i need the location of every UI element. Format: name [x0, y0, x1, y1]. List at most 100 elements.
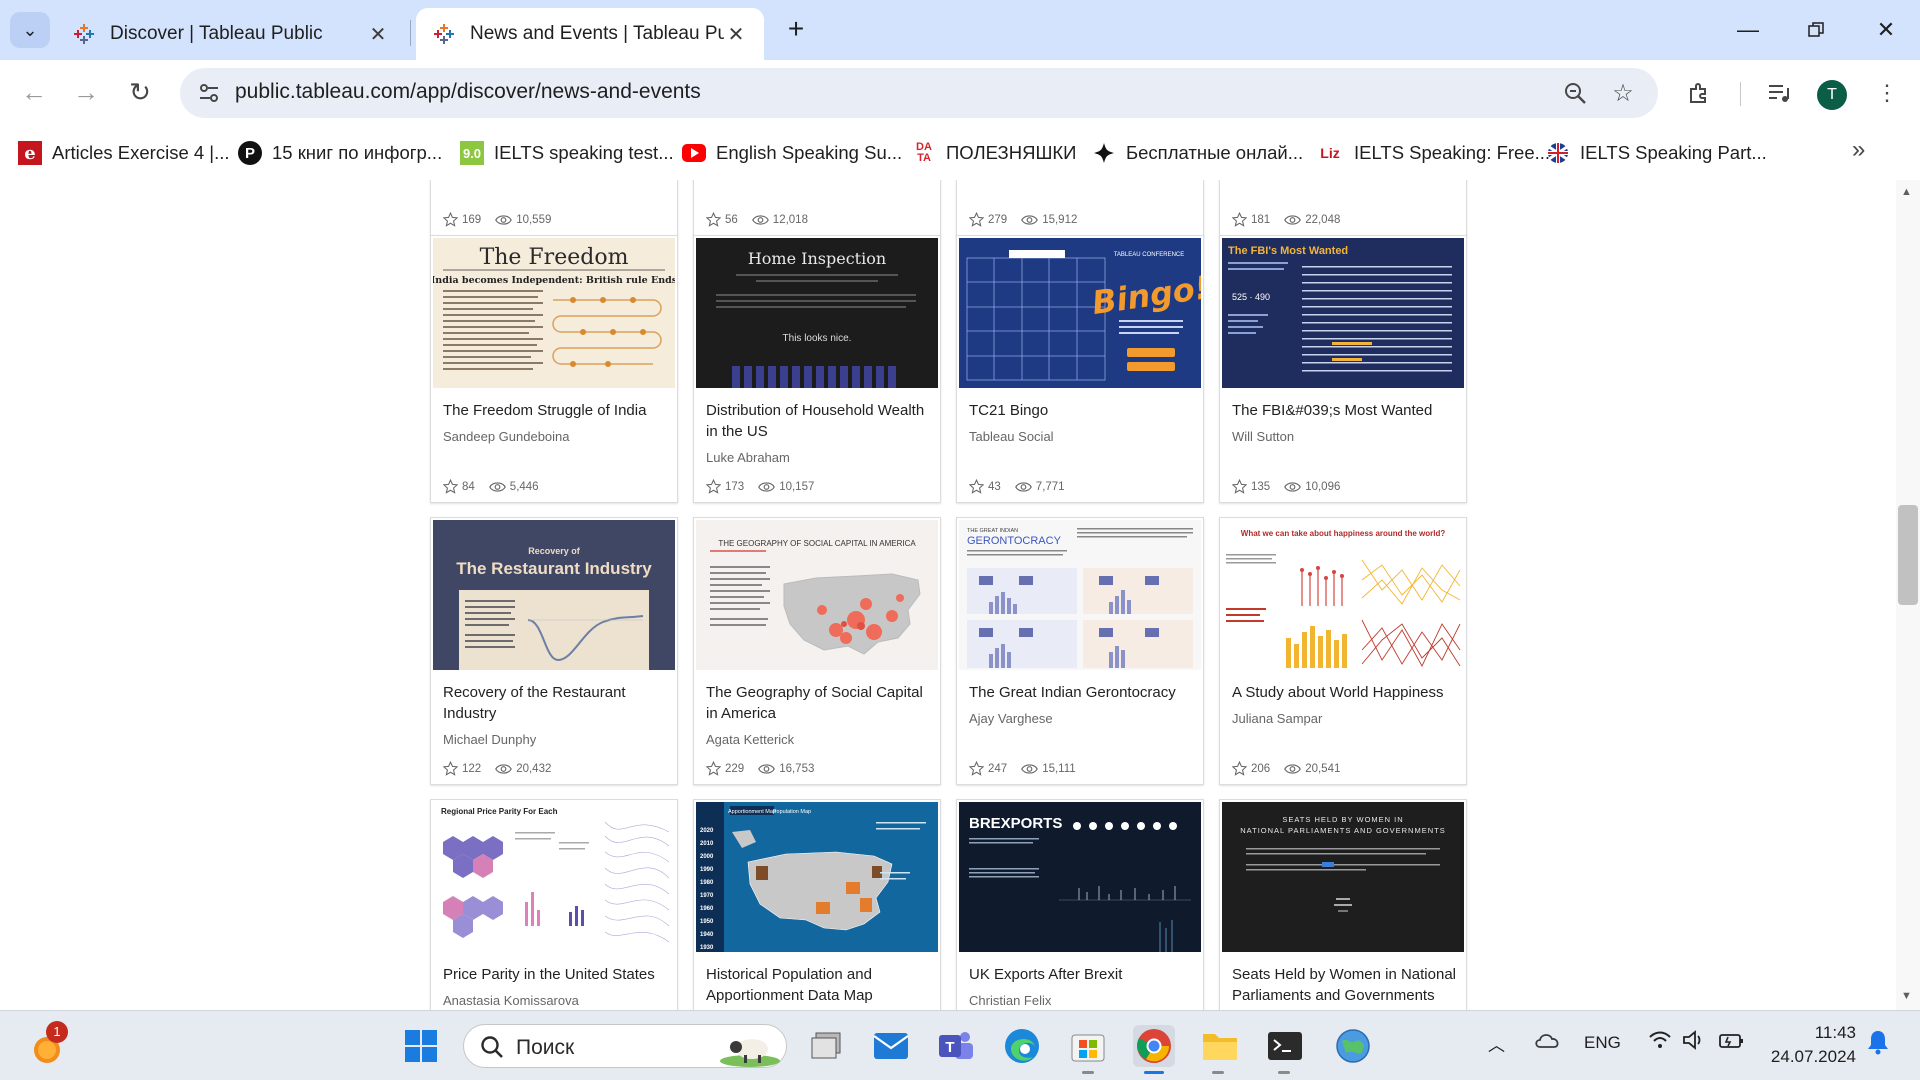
card-title[interactable]: The Geography of Social Capital in Ameri…	[706, 682, 931, 724]
viz-card[interactable]: 56 12,018	[693, 180, 941, 236]
viz-thumbnail[interactable]: SEATS HELD BY WOMEN IN NATIONAL PARLIAME…	[1222, 802, 1464, 952]
card-author[interactable]: Michael Dunphy	[443, 732, 536, 747]
star-icon[interactable]	[969, 761, 984, 776]
chrome-app[interactable]	[1133, 1025, 1175, 1067]
profile-avatar[interactable]: T	[1817, 80, 1847, 110]
task-view-button[interactable]	[806, 1025, 848, 1067]
card-title[interactable]: Seats Held by Women in National Parliame…	[1232, 964, 1457, 1006]
back-button[interactable]: ←	[14, 72, 54, 112]
mail-app[interactable]	[870, 1025, 912, 1067]
star-icon[interactable]	[443, 761, 458, 776]
card-title[interactable]: The Great Indian Gerontocracy	[969, 682, 1194, 703]
edge-app[interactable]	[1001, 1025, 1043, 1067]
minimize-button[interactable]: —	[1714, 8, 1782, 52]
viz-thumbnail[interactable]: THE GREAT INDIAN GERONTOCRACY	[959, 520, 1201, 670]
viz-thumbnail[interactable]: The Freedom India becomes Independent: B…	[433, 238, 675, 388]
card-author[interactable]: Anastasia Komissarova	[443, 993, 579, 1008]
bookmark-item[interactable]: Бесплатные онлай...	[1092, 138, 1303, 168]
viz-thumbnail[interactable]: What we can take about happiness around …	[1222, 520, 1464, 670]
forward-button[interactable]: →	[66, 72, 106, 112]
card-author[interactable]: Luke Abraham	[706, 450, 790, 465]
scroll-up-icon[interactable]: ▲	[1901, 186, 1912, 198]
taskbar-search[interactable]: Поиск	[463, 1024, 787, 1068]
star-icon[interactable]	[706, 761, 721, 776]
viz-card[interactable]: Regional Price Parity For Each Price Par…	[430, 799, 678, 1010]
card-author[interactable]: Sandeep Gundeboina	[443, 429, 570, 444]
tableau-app[interactable]	[1332, 1025, 1374, 1067]
card-title[interactable]: Historical Population and Apportionment …	[706, 964, 931, 1006]
card-title[interactable]: Recovery of the Restaurant Industry	[443, 682, 668, 724]
viz-card[interactable]: TABLEAU CONFERENCE Bingo! TC21 Bingo Tab…	[956, 235, 1204, 503]
card-author[interactable]: Juliana Sampar	[1232, 711, 1322, 726]
show-hidden-icons[interactable]: ︿	[1488, 1031, 1505, 1056]
viz-card[interactable]: SEATS HELD BY WOMEN IN NATIONAL PARLIAME…	[1219, 799, 1467, 1010]
bookmark-item[interactable]: IELTS Speaking Part...	[1546, 138, 1767, 168]
viz-thumbnail[interactable]: BREXPORTS	[959, 802, 1201, 952]
terminal-app[interactable]	[1264, 1025, 1306, 1067]
close-icon[interactable]: ✕	[366, 22, 390, 47]
viz-thumbnail[interactable]: THE GEOGRAPHY OF SOCIAL CAPITAL IN AMERI…	[696, 520, 938, 670]
media-control-icon[interactable]	[1760, 74, 1798, 112]
more-options-icon[interactable]: ⋮	[1868, 74, 1906, 112]
viz-card[interactable]: 169 10,559	[430, 180, 678, 236]
zoom-icon[interactable]	[1560, 78, 1590, 108]
star-icon[interactable]	[1232, 479, 1247, 494]
card-author[interactable]: Ajay Varghese	[969, 711, 1053, 726]
viz-card[interactable]: The FBI's Most Wanted 525 · 490 The FBI&…	[1219, 235, 1467, 503]
clock[interactable]: 11:43 24.07.2024	[1766, 1021, 1856, 1069]
bookmark-item[interactable]: P 15 книг по инфогр...	[238, 138, 442, 168]
close-icon[interactable]: ✕	[724, 22, 748, 47]
viz-card[interactable]: Recovery of The Restaurant Industry Reco…	[430, 517, 678, 785]
viz-thumbnail[interactable]: Recovery of The Restaurant Industry	[433, 520, 675, 670]
card-title[interactable]: The Freedom Struggle of India	[443, 400, 668, 421]
volume-tray[interactable]	[1682, 1029, 1706, 1056]
card-title[interactable]: A Study about World Happiness	[1232, 682, 1457, 703]
card-author[interactable]: Christian Felix	[969, 993, 1051, 1008]
tab-search-button[interactable]: ⌄	[10, 12, 50, 48]
card-title[interactable]: TC21 Bingo	[969, 400, 1194, 421]
viz-card[interactable]: The Freedom India becomes Independent: B…	[430, 235, 678, 503]
card-author[interactable]: Will Sutton	[1232, 429, 1294, 444]
scrollbar-thumb[interactable]	[1898, 505, 1918, 605]
wifi-tray[interactable]	[1648, 1029, 1672, 1056]
viz-card[interactable]: What we can take about happiness around …	[1219, 517, 1467, 785]
reload-button[interactable]: ↻	[120, 72, 160, 112]
viz-card[interactable]: THE GREAT INDIAN GERONTOCRACY The Great …	[956, 517, 1204, 785]
card-title[interactable]: Distribution of Household Wealth in the …	[706, 400, 931, 442]
star-icon[interactable]	[706, 479, 721, 494]
card-title[interactable]: UK Exports After Brexit	[969, 964, 1194, 985]
viz-card[interactable]: THE GEOGRAPHY OF SOCIAL CAPITAL IN AMERI…	[693, 517, 941, 785]
address-bar[interactable]: public.tableau.com/app/discover/news-and…	[180, 68, 1658, 118]
site-settings-icon[interactable]	[194, 78, 224, 108]
store-app[interactable]	[1067, 1025, 1109, 1067]
card-author[interactable]: Agata Ketterick	[706, 732, 794, 747]
bookmark-item[interactable]: e Articles Exercise 4 |...	[18, 138, 230, 168]
bookmark-item[interactable]: English Speaking Su...	[682, 138, 902, 168]
viz-thumbnail[interactable]: The FBI's Most Wanted 525 · 490	[1222, 238, 1464, 388]
bookmark-item[interactable]: DA TA ПОЛЕЗНЯШКИ	[912, 138, 1076, 168]
onedrive-tray[interactable]	[1534, 1029, 1562, 1056]
language-indicator[interactable]: ENG	[1584, 1033, 1621, 1053]
tab-news-and-events[interactable]: News and Events | Tableau Publ ✕	[416, 8, 764, 60]
viz-card[interactable]: BREXPORTS UK Exports After Brexit Christ…	[956, 799, 1204, 1010]
star-icon[interactable]	[1232, 761, 1247, 776]
extensions-icon[interactable]	[1680, 74, 1718, 112]
notifications-button[interactable]	[1866, 1029, 1890, 1060]
chevrons-right-icon[interactable]: »	[1852, 136, 1865, 164]
url-text[interactable]: public.tableau.com/app/discover/news-and…	[235, 80, 701, 104]
viz-card[interactable]: Home Inspection This looks nice. Distrib…	[693, 235, 941, 503]
viz-card[interactable]: 2020 2010 2000 1990 1980 1970 1960 1950 1940 1930…	[693, 799, 941, 1010]
teams-app[interactable]: T	[935, 1025, 977, 1067]
bookmark-item[interactable]: 9.0 IELTS speaking test...	[460, 138, 674, 168]
viz-card[interactable]: 279 15,912	[956, 180, 1204, 236]
viz-card[interactable]: 181 22,048	[1219, 180, 1467, 236]
star-icon[interactable]	[443, 479, 458, 494]
star-icon[interactable]	[969, 479, 984, 494]
new-tab-button[interactable]: +	[780, 14, 812, 46]
card-title[interactable]: The FBI&#039;s Most Wanted	[1232, 400, 1457, 421]
viz-thumbnail[interactable]: TABLEAU CONFERENCE Bingo!	[959, 238, 1201, 388]
bookmark-item[interactable]: Liz IELTS Speaking: Free...	[1316, 138, 1550, 168]
start-button[interactable]	[400, 1025, 442, 1067]
scroll-down-icon[interactable]: ▼	[1901, 990, 1912, 1002]
viz-thumbnail[interactable]: 2020 2010 2000 1990 1980 1970 1960 1950 1940 1930…	[696, 802, 938, 952]
